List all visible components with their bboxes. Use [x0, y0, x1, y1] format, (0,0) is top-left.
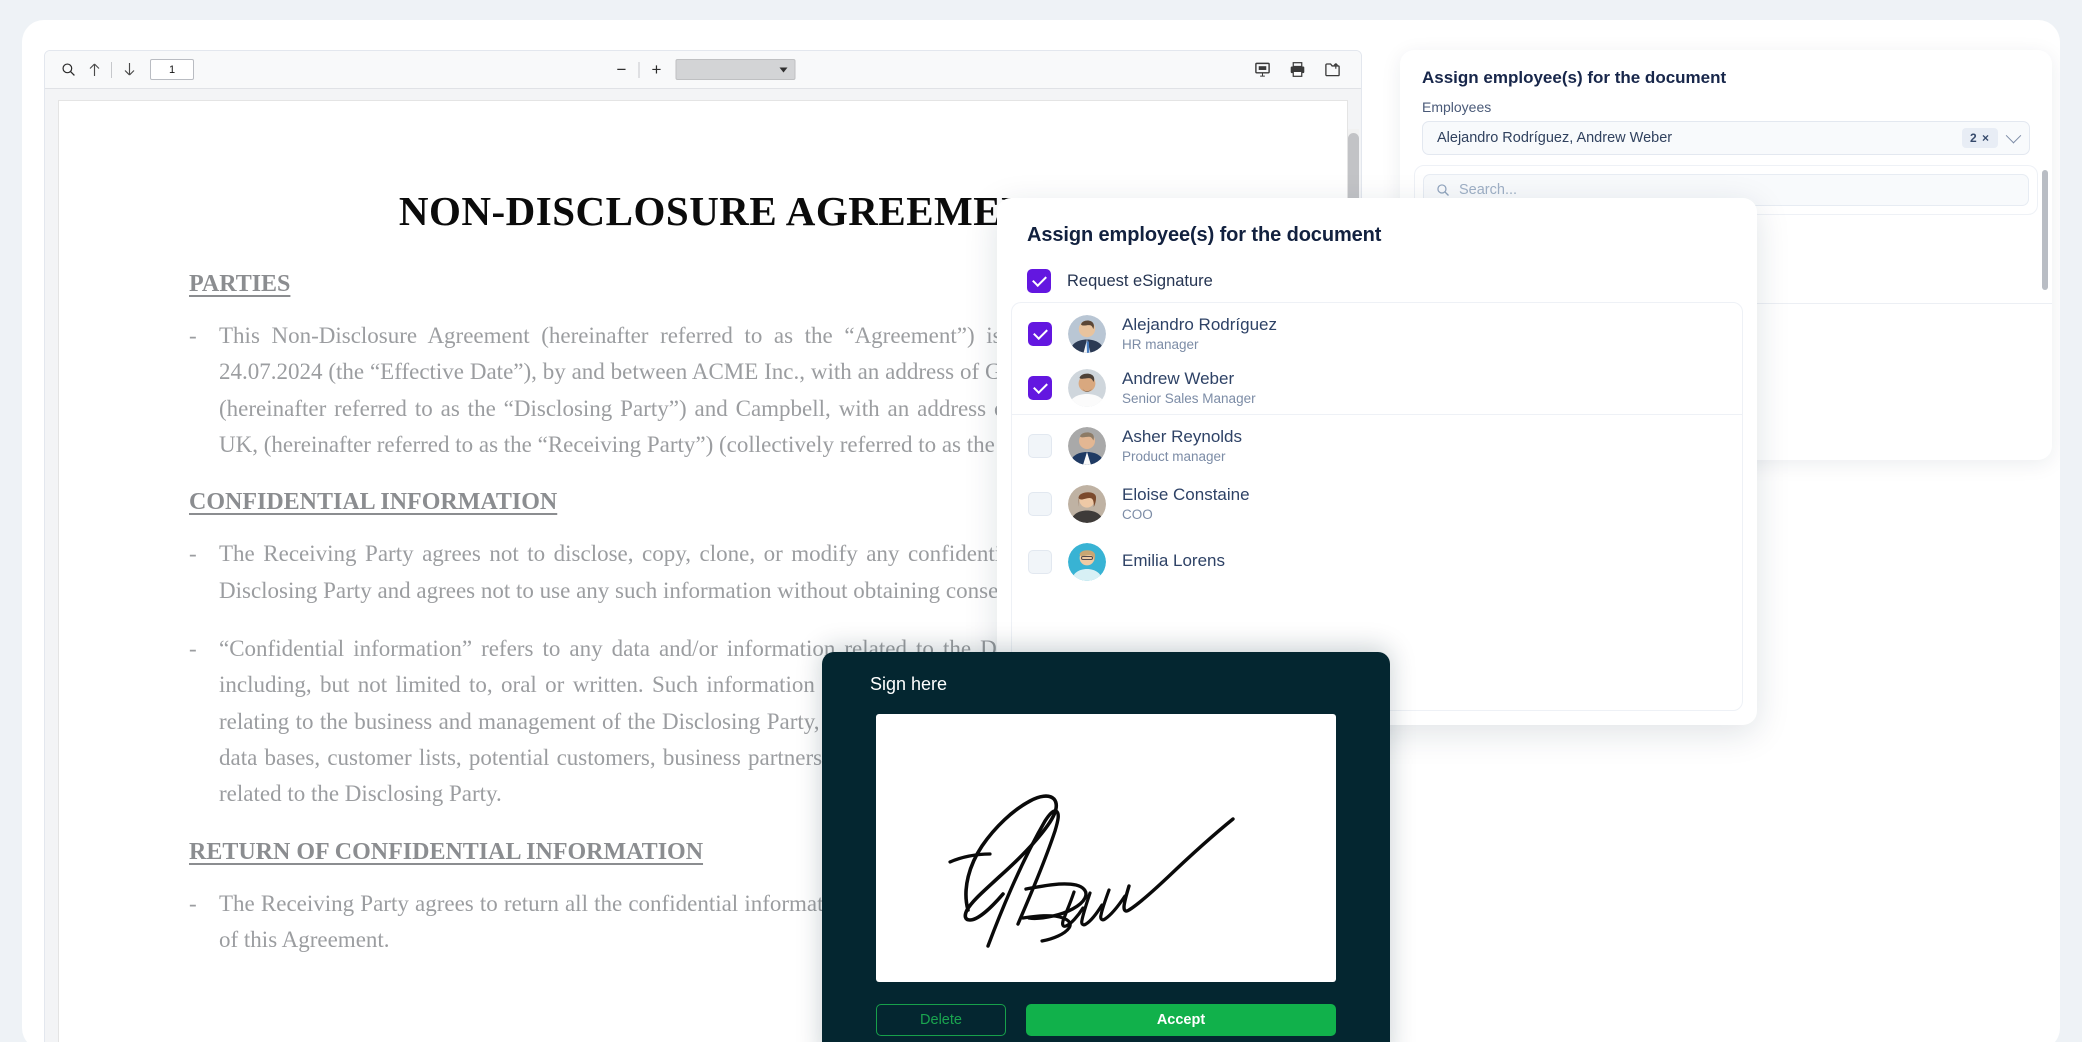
list-item[interactable]: Alejandro Rodríguez HR manager — [1012, 307, 1742, 361]
employee-checkbox[interactable] — [1028, 375, 1052, 400]
employee-info: Emilia Lorens — [1122, 550, 1225, 572]
zoom-level-select[interactable] — [675, 59, 796, 80]
employee-name: Asher Reynolds — [1122, 426, 1243, 446]
panel-scrollbar-thumb[interactable] — [2042, 170, 2048, 290]
employee-name: Emilia Lorens — [1122, 551, 1225, 571]
employee-role: HR manager — [1122, 336, 1199, 352]
employee-name: Andrew Weber — [1122, 368, 1235, 388]
toolbar-right-actions — [1249, 57, 1351, 83]
pdf-toolbar: − + — [45, 51, 1361, 89]
app-window: − + — [22, 20, 2060, 1042]
employee-role: Product manager — [1122, 448, 1226, 464]
employee-checkbox[interactable] — [1028, 321, 1052, 346]
employees-select[interactable]: Alejandro Rodríguez, Andrew Weber 2 × — [1422, 121, 2030, 155]
list-item[interactable]: Andrew Weber Senior Sales Manager — [1012, 361, 1742, 415]
employee-name: Eloise Constaine — [1122, 484, 1250, 504]
request-esignature-label: Request eSignature — [1067, 271, 1213, 290]
list-item[interactable]: Asher Reynolds Product manager — [1012, 419, 1742, 473]
employee-role: Senior Sales Manager — [1122, 390, 1256, 406]
handwritten-signature-icon — [948, 794, 1235, 948]
sign-here-panel: Sign here Delete Accept — [822, 652, 1390, 1042]
arrow-down-icon[interactable] — [116, 57, 142, 83]
search-icon[interactable] — [55, 57, 81, 83]
employee-info: Eloise Constaine COO — [1122, 484, 1250, 524]
presentation-icon[interactable] — [1249, 57, 1275, 83]
zoom-out-button[interactable]: − — [611, 59, 633, 81]
accept-button[interactable]: Accept — [1026, 1004, 1336, 1036]
assign-employees-modal: Assign employee(s) for the document Requ… — [997, 198, 1757, 725]
request-esignature-row[interactable]: Request eSignature — [997, 247, 1757, 293]
employee-checkbox[interactable] — [1028, 549, 1052, 574]
page-number-input[interactable] — [150, 59, 194, 80]
search-placeholder: Search... — [1459, 182, 1518, 198]
toolbar-divider — [111, 61, 112, 78]
search-icon — [1437, 184, 1449, 196]
zoom-in-button[interactable]: + — [646, 59, 668, 81]
bullet-dash: - — [189, 890, 197, 916]
avatar — [1068, 426, 1106, 465]
bullet-dash: - — [189, 323, 197, 348]
signature-canvas[interactable] — [876, 714, 1336, 982]
avatar — [1068, 484, 1106, 523]
list-item[interactable]: Emilia Lorens — [1012, 535, 1742, 589]
employee-info: Asher Reynolds Product manager — [1122, 426, 1242, 466]
bullet-dash: - — [189, 635, 197, 661]
employee-checkbox[interactable] — [1028, 491, 1052, 516]
chevron-down-icon[interactable] — [2005, 127, 2022, 143]
request-esignature-checkbox[interactable] — [1027, 269, 1051, 293]
employee-role: COO — [1122, 506, 1153, 522]
avatar — [1068, 542, 1106, 581]
modal-title: Assign employee(s) for the document — [1027, 224, 1382, 246]
print-icon[interactable] — [1284, 57, 1310, 83]
arrow-up-icon[interactable] — [81, 57, 107, 83]
zoom-divider — [638, 61, 640, 78]
employee-name: Alejandro Rodríguez — [1122, 314, 1277, 334]
bullet-dash: - — [189, 541, 197, 567]
save-icon[interactable] — [1319, 57, 1345, 83]
employee-list[interactable]: Alejandro Rodríguez HR manager Andrew We… — [1011, 302, 1743, 711]
delete-button[interactable]: Delete — [876, 1004, 1006, 1036]
sign-panel-title: Sign here — [870, 674, 948, 694]
list-item[interactable]: Eloise Constaine COO — [1012, 477, 1742, 531]
selected-count-badge[interactable]: 2 × — [1961, 128, 1998, 148]
chevron-down-icon — [779, 67, 788, 72]
employee-info: Alejandro Rodríguez HR manager — [1122, 314, 1277, 354]
signature-actions: Delete Accept — [876, 1004, 1336, 1036]
employee-info: Andrew Weber Senior Sales Manager — [1122, 368, 1256, 408]
avatar — [1068, 368, 1106, 407]
employees-field-label: Employees — [1422, 99, 1492, 115]
employee-checkbox[interactable] — [1028, 433, 1052, 458]
employees-selected-value: Alejandro Rodríguez, Andrew Weber — [1437, 130, 1673, 146]
document-title-text: NON-DISCLOSURE AGREEMENT — [398, 188, 1060, 234]
zoom-controls: − + — [611, 59, 796, 81]
assign-panel-title: Assign employee(s) for the document — [1422, 68, 1727, 87]
avatar — [1068, 314, 1106, 353]
